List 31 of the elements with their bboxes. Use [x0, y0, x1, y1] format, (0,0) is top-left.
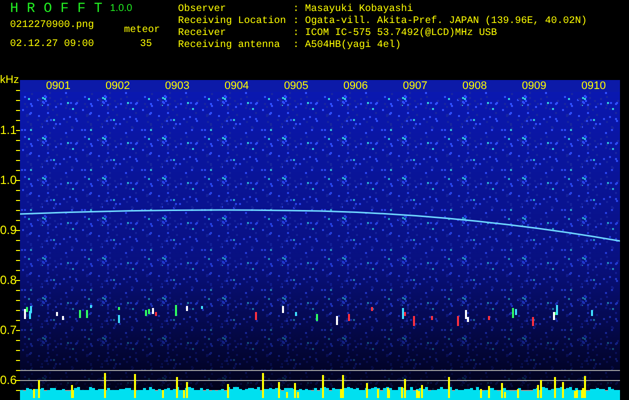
info-label: Observer	[178, 4, 228, 16]
app-title: H R O F F T	[10, 1, 102, 17]
time-label: 0904	[224, 80, 249, 92]
info-label: Receiving antenna	[178, 40, 282, 52]
time-label: 0910	[581, 80, 606, 92]
axis-unit: kHz	[0, 74, 19, 86]
time-label: 0906	[343, 80, 368, 92]
app-version: 1.0.0	[110, 3, 132, 14]
info-value: : Ogata-vill. Akita-Pref. JAPAN (139.96E, 40.02N)	[293, 16, 588, 28]
axis-label: 0.6	[0, 373, 17, 387]
time-label: 0901	[46, 80, 70, 92]
info-label: Receiver	[178, 28, 228, 40]
info-label: Receiving Location	[178, 16, 288, 28]
axis-label: 1.0	[0, 173, 17, 187]
axis-label: 0.7	[0, 323, 17, 337]
time-label: 0909	[522, 80, 546, 92]
file-name: 0212270900.png	[10, 20, 94, 31]
time-label: 0902	[105, 80, 130, 92]
info-value: : ICOM IC-575 53.7492(@LCD)MHz USB	[293, 28, 498, 40]
time-label: 0905	[284, 80, 308, 92]
info-value: : Masayuki Kobayashi	[293, 4, 414, 16]
meteor-label: meteor	[124, 25, 160, 36]
axis-label: 1.1	[0, 123, 17, 137]
meteor-count: 35	[140, 39, 152, 50]
axis-label: 0.8	[0, 273, 17, 287]
date-time: 02.12.27 09:00	[10, 39, 94, 50]
info-value: : A504HB(yagi 4el)	[293, 40, 402, 52]
time-label: 0908	[462, 80, 487, 92]
axis-label: 0.9	[0, 223, 17, 237]
time-label: 0907	[402, 80, 428, 92]
time-label: 0903	[164, 80, 190, 92]
